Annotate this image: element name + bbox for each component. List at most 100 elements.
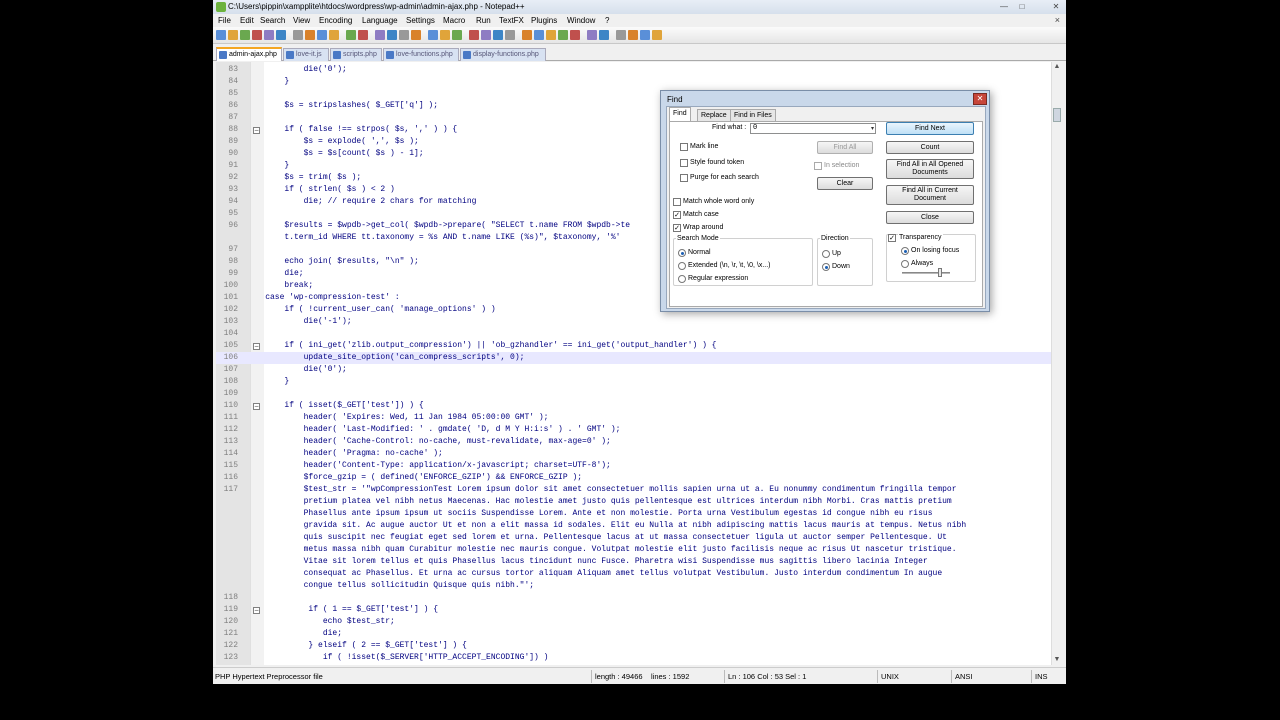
menu-language[interactable]: Language: [362, 16, 398, 25]
code-line[interactable]: Vitae sit lorem tellus et quis Phasellus…: [216, 556, 1051, 568]
style-found-token-checkbox[interactable]: [680, 159, 688, 167]
tab-scripts-php[interactable]: scripts.php: [330, 48, 382, 61]
tab-find[interactable]: Find: [669, 107, 691, 121]
direction-up-radio[interactable]: [822, 250, 830, 258]
clear-icon[interactable]: [652, 30, 662, 40]
undo-icon[interactable]: [346, 30, 356, 40]
mark-line-checkbox[interactable]: [680, 143, 688, 151]
code-line[interactable]: gravida sit. Ac augue auctor Ut et non a…: [216, 520, 1051, 532]
code-line[interactable]: 119− if ( 1 == $_GET['test'] ) {: [216, 604, 1051, 616]
scrollbar-thumb[interactable]: [1053, 108, 1061, 122]
move-up-icon[interactable]: [616, 30, 626, 40]
show-all-chars-icon[interactable]: [469, 30, 479, 40]
play-multiple-icon[interactable]: [570, 30, 580, 40]
code-line[interactable]: 114 header( 'Pragma: no-cache' );: [216, 448, 1051, 460]
find-next-button[interactable]: Find Next: [886, 122, 974, 135]
on-losing-focus-radio[interactable]: [901, 247, 909, 255]
compare-icon[interactable]: [640, 30, 650, 40]
doc-map-icon[interactable]: [505, 30, 515, 40]
code-line[interactable]: 103 die('-1');: [216, 316, 1051, 328]
code-line[interactable]: 121 die;: [216, 628, 1051, 640]
menu-textfx[interactable]: TextFX: [499, 16, 524, 25]
code-line[interactable]: 108 }: [216, 376, 1051, 388]
code-line[interactable]: 112 header( 'Last-Modified: ' . gmdate( …: [216, 424, 1051, 436]
menu-search[interactable]: Search: [260, 16, 285, 25]
menu-window[interactable]: Window: [567, 16, 595, 25]
tab-admin-ajax[interactable]: admin-ajax.php: [216, 47, 282, 61]
copy-icon[interactable]: [317, 30, 327, 40]
code-line[interactable]: 123 if ( !isset($_SERVER['HTTP_ACCEPT_EN…: [216, 652, 1051, 664]
menu-run[interactable]: Run: [476, 16, 491, 25]
tab-love-functions-php[interactable]: love-functions.php: [383, 48, 459, 61]
match-whole-word-checkbox[interactable]: [673, 198, 681, 206]
redo-icon[interactable]: [358, 30, 368, 40]
sync-horizontal-icon[interactable]: [440, 30, 450, 40]
sync-vertical-icon[interactable]: [428, 30, 438, 40]
maximize-button[interactable]: □: [1015, 2, 1029, 12]
menu-edit[interactable]: Edit: [240, 16, 254, 25]
tab-love-it-js[interactable]: love-it.js: [283, 48, 329, 61]
scroll-up-arrow-icon[interactable]: ▲: [1052, 62, 1061, 72]
play-macro-icon[interactable]: [558, 30, 568, 40]
close-window-button[interactable]: ✕: [1049, 2, 1063, 12]
code-line[interactable]: 113 header( 'Cache-Control: no-cache, mu…: [216, 436, 1051, 448]
open-file-icon[interactable]: [228, 30, 238, 40]
zoom-out-icon[interactable]: [411, 30, 421, 40]
code-line[interactable]: 118: [216, 592, 1051, 604]
code-line[interactable]: 117 $test_str = '"wpCompressionTest Lore…: [216, 484, 1051, 496]
paste-icon[interactable]: [329, 30, 339, 40]
transparency-slider-thumb[interactable]: [938, 268, 943, 277]
tab-replace[interactable]: Replace: [697, 109, 731, 121]
new-file-icon[interactable]: [216, 30, 226, 40]
minimize-button[interactable]: —: [997, 2, 1011, 12]
code-line[interactable]: quis suscipit nec feugiat eget sed lorem…: [216, 532, 1051, 544]
code-line[interactable]: 105− if ( ini_get('zlib.output_compressi…: [216, 340, 1051, 352]
code-line[interactable]: 122 } elseif ( 2 == $_GET['test'] ) {: [216, 640, 1051, 652]
mode-normal-radio[interactable]: [678, 249, 686, 257]
close-button[interactable]: Close: [886, 211, 974, 224]
save-icon[interactable]: [240, 30, 250, 40]
save-macro-icon[interactable]: [587, 30, 597, 40]
count-button[interactable]: Count: [886, 141, 974, 154]
code-line[interactable]: 106 update_site_option('can_compress_scr…: [216, 352, 1051, 364]
indent-guide-icon[interactable]: [481, 30, 491, 40]
mode-extended-radio[interactable]: [678, 262, 686, 270]
code-line[interactable]: metus massa nibh quam Curabitur molestie…: [216, 544, 1051, 556]
code-line[interactable]: 83 die('0');: [216, 64, 1051, 76]
code-line[interactable]: 109: [216, 388, 1051, 400]
code-line[interactable]: congue tellus sollicitudin Quisque quis …: [216, 580, 1051, 592]
record-macro-icon[interactable]: [534, 30, 544, 40]
zoom-in-icon[interactable]: [399, 30, 409, 40]
code-line[interactable]: 120 echo $test_str;: [216, 616, 1051, 628]
mode-regex-radio[interactable]: [678, 275, 686, 283]
spell-check-icon[interactable]: [599, 30, 609, 40]
close-document-icon[interactable]: ×: [1055, 15, 1060, 25]
find-all-opened-documents-button[interactable]: Find All in All Opened Documents: [886, 159, 974, 179]
print-icon[interactable]: [293, 30, 303, 40]
transparency-slider-track[interactable]: [902, 272, 950, 274]
save-all-icon[interactable]: [252, 30, 262, 40]
code-line[interactable]: 115 header('Content-Type: application/x-…: [216, 460, 1051, 472]
always-radio[interactable]: [901, 260, 909, 268]
code-line[interactable]: consequat ac Phasellus. Et urna ac cursu…: [216, 568, 1051, 580]
code-line[interactable]: 84 }: [216, 76, 1051, 88]
menu-file[interactable]: File: [218, 16, 231, 25]
wrap-around-checkbox[interactable]: ✓: [673, 224, 681, 232]
find-all-button[interactable]: Find All: [817, 141, 873, 154]
find-what-input[interactable]: 0 ▾: [750, 123, 876, 134]
user-define-icon[interactable]: [493, 30, 503, 40]
chevron-down-icon[interactable]: ▾: [871, 124, 874, 133]
menu-macro[interactable]: Macro: [443, 16, 465, 25]
vertical-scrollbar[interactable]: ▲ ▼: [1051, 62, 1061, 665]
transparency-checkbox[interactable]: ✓: [888, 234, 896, 242]
tab-find-in-files[interactable]: Find in Files: [730, 109, 776, 121]
menu-plugins[interactable]: Plugins: [531, 16, 557, 25]
stop-macro-icon[interactable]: [546, 30, 556, 40]
tab-display-functions-php[interactable]: display-functions.php: [460, 48, 546, 61]
find-icon[interactable]: [375, 30, 385, 40]
close-icon[interactable]: [264, 30, 274, 40]
cut-icon[interactable]: [305, 30, 315, 40]
word-wrap-icon[interactable]: [452, 30, 462, 40]
direction-down-radio[interactable]: [822, 263, 830, 271]
scroll-down-arrow-icon[interactable]: ▼: [1052, 655, 1061, 665]
